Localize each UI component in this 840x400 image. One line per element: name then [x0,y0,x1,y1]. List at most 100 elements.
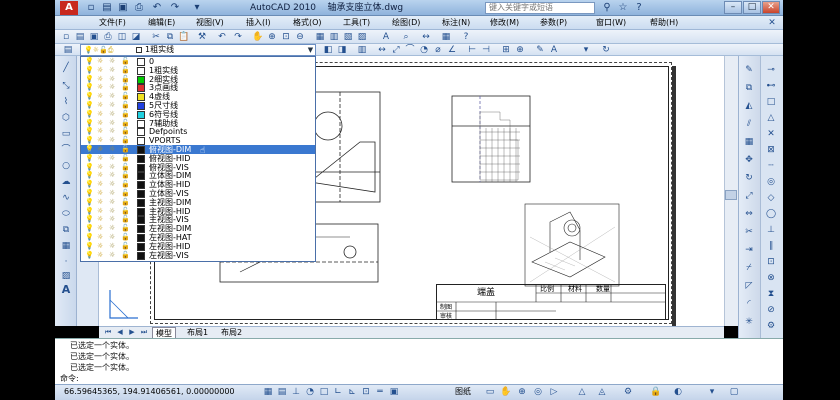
menu-help[interactable]: 帮助(H) [650,17,678,29]
vp-freeze-icon[interactable]: ☼ [109,145,115,153]
vp-freeze-icon[interactable]: ☼ [109,57,115,65]
layer-row[interactable]: 💡 ☼ ☼ 🔓 主视图-HID [81,207,315,216]
snap-intersection-icon[interactable]: ✕ [765,128,777,140]
open-file-icon[interactable]: ▤ [74,31,86,43]
erase-icon[interactable]: ✎ [743,64,755,76]
toolbar-undo-icon[interactable]: ↶ [216,31,228,43]
properties-icon[interactable]: ▦ [314,31,326,43]
dim-aligned-icon[interactable]: ⤢ [390,44,402,56]
layer-row[interactable]: 💡 ☼ ☼ 🔓 立体图-DIM [81,171,315,181]
help-search-input[interactable]: 键入关键字或短语 [485,2,595,14]
help-toolbar-icon[interactable]: ? [460,31,472,43]
stretch-icon[interactable]: ⇔ [743,208,755,220]
lock-icon[interactable]: 🔓 [121,110,130,118]
make-block-icon[interactable]: ▦ [60,240,72,252]
snap-settings-icon[interactable]: ⚙ [765,320,777,332]
snap-apparent-icon[interactable]: ⊠ [765,144,777,156]
tab-last-icon[interactable]: ⏭ [138,326,150,338]
matchprop-icon[interactable]: ⚒ [196,31,208,43]
layer-row[interactable]: 💡 ☼ ☼ 🔓 3点画线 [81,83,315,93]
break-icon[interactable]: ⌿ [743,262,755,274]
freeze-sun-icon[interactable]: ☼ [97,163,103,171]
layer-row[interactable]: 💡 ☼ ☼ 🔓 5尺寸线 [81,101,315,110]
freeze-sun-icon[interactable]: ☼ [97,251,103,259]
extend-icon[interactable]: ⇥ [743,244,755,256]
undo-icon[interactable]: ↶ [150,2,164,14]
new-file-icon[interactable]: ▫ [60,31,72,43]
vp-freeze-icon[interactable]: ☼ [109,180,115,188]
dim-continue-icon[interactable]: ⊣ [480,44,492,56]
menu-tools[interactable]: 工具(T) [343,17,370,29]
on-bulb-icon[interactable]: 💡 [85,198,94,206]
freeze-sun-icon[interactable]: ☼ [97,83,103,91]
copy-object-icon[interactable]: ⧉ [743,82,755,94]
on-bulb-icon[interactable]: 💡 [85,66,94,74]
freeze-sun-icon[interactable]: ☼ [97,127,103,135]
layer-row[interactable]: 💡 ☼ ☼ 🔓 俯视图-VIS [81,163,315,172]
center-mark-icon[interactable]: ⊕ [514,44,526,56]
on-bulb-icon[interactable]: 💡 [85,207,94,215]
minimize-button[interactable]: – [724,1,742,14]
lock-icon[interactable]: 🔓 [121,83,130,91]
print-icon[interactable]: ⎙ [102,31,114,43]
menu-draw[interactable]: 绘图(D) [392,17,420,29]
tool-palettes-icon[interactable]: ▧ [342,31,354,43]
polar-mode-icon[interactable]: ◔ [304,386,316,398]
osnap-mode-icon[interactable]: □ [318,386,330,398]
snap-tangent-icon[interactable]: ◯ [765,208,777,220]
lock-icon[interactable]: 🔓 [121,251,130,259]
dyn-mode-icon[interactable]: ⊡ [360,386,372,398]
lock-icon[interactable]: 🔓 [121,207,130,215]
vp-freeze-icon[interactable]: ☼ [109,207,115,215]
open-icon[interactable]: ▤ [100,2,114,14]
dim-style-combo-icon[interactable]: ▾ [580,44,592,56]
coordinate-readout[interactable]: 66.59645365, 194.91406561, 0.00000000 [64,386,254,398]
maximize-button[interactable]: □ [743,1,761,14]
preview-icon[interactable]: ◫ [116,31,128,43]
vp-freeze-icon[interactable]: ☼ [109,251,115,259]
dim-update-icon[interactable]: ↻ [600,44,612,56]
lock-icon[interactable]: 🔓 [121,66,130,74]
on-bulb-icon[interactable]: 💡 [85,83,94,91]
freeze-sun-icon[interactable]: ☼ [97,180,103,188]
lock-icon[interactable]: 🔓 [121,154,130,162]
on-bulb-icon[interactable]: 💡 [85,189,94,197]
lock-icon[interactable]: 🔓 [121,242,130,250]
layer-row[interactable]: 💡 ☼ ☼ 🔓 Defpoints [81,127,315,137]
snap-temp-icon[interactable]: ⊸ [765,64,777,76]
menu-dimension[interactable]: 标注(N) [442,17,470,29]
dim-arc-icon[interactable]: ⌒ [404,44,416,56]
layer-row[interactable]: 💡 ☼ ☼ 🔓 立体图-VIS [81,189,315,198]
tab-prev-icon[interactable]: ◀ [114,326,126,338]
star-icon[interactable]: ☆ [616,2,630,14]
fillet-icon[interactable]: ◜ [743,298,755,310]
vp-freeze-icon[interactable]: ☼ [109,83,115,91]
on-bulb-icon[interactable]: 💡 [85,119,94,127]
trim-icon[interactable]: ✂ [743,226,755,238]
lock-icon[interactable]: 🔓 [121,180,130,188]
layer-row[interactable]: 💡 ☼ ☼ 🔓 1粗实线 [81,66,315,75]
freeze-sun-icon[interactable]: ☼ [97,198,103,206]
snap-none-icon[interactable]: ⊘ [765,304,777,316]
on-bulb-icon[interactable]: 💡 [85,101,94,109]
lock-icon[interactable]: 🔓 [121,215,130,223]
menu-edit[interactable]: 编辑(E) [148,17,175,29]
design-center-icon[interactable]: ▥ [328,31,340,43]
revision-cloud-icon[interactable]: ☁ [60,176,72,188]
save-file-icon[interactable]: ▣ [88,31,100,43]
menu-window[interactable]: 窗口(W) [596,17,626,29]
layer-row[interactable]: 💡 ☼ ☼ 🔓 左视图-DIM [81,224,315,234]
workspace-switch-icon[interactable]: ⚙ [622,386,634,398]
layer-row[interactable]: 💡 ☼ ☼ 🔓 左视图-HAT [81,233,315,242]
menu-format[interactable]: 格式(O) [293,17,322,29]
doc-close-icon[interactable]: ✕ [766,17,778,29]
annotation-visibility-icon[interactable]: ◬ [596,386,608,398]
freeze-sun-icon[interactable]: ☼ [97,136,103,144]
showmotion-icon[interactable]: ▷ [548,386,560,398]
tab-layout2[interactable]: 布局2 [218,327,245,338]
dim-style-icon[interactable]: ↔ [420,31,432,43]
dim-text-edit-icon[interactable]: A [548,44,560,56]
freeze-sun-icon[interactable]: ☼ [97,171,103,179]
layer-state-icon[interactable]: ▥ [356,44,368,56]
line-icon[interactable]: ╱ [60,62,72,74]
